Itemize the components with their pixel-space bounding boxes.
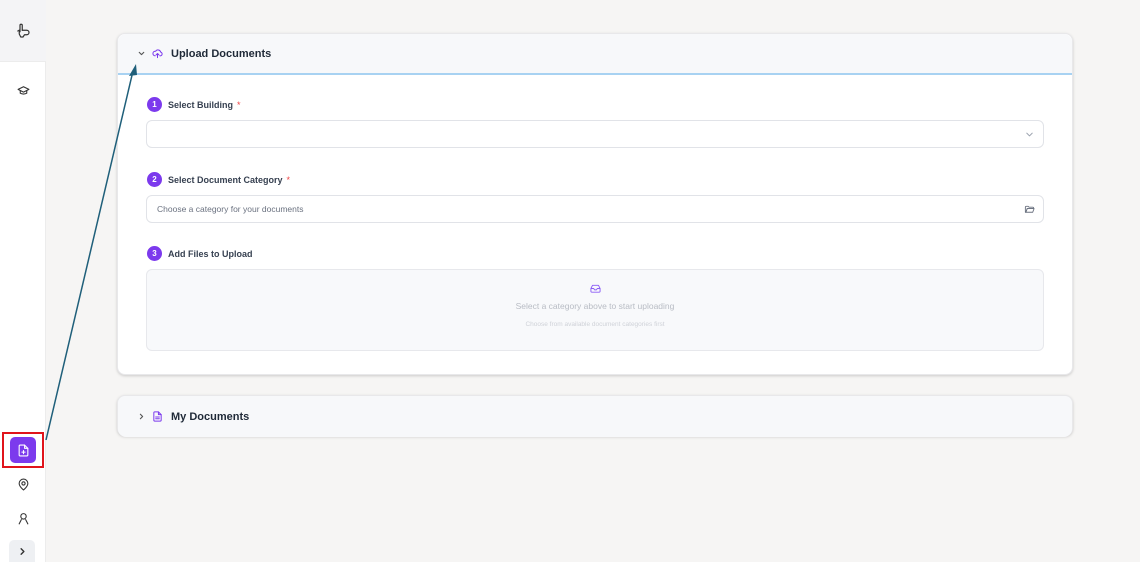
sidebar-item-documents-highlight [2, 432, 44, 468]
category-select[interactable]: Choose a category for your documents [146, 195, 1044, 223]
file-dropzone[interactable]: Select a category above to start uploadi… [146, 269, 1044, 351]
step-label: Add Files to Upload [168, 248, 253, 259]
sidebar-item-training[interactable] [0, 78, 46, 102]
my-documents-panel: My Documents [117, 395, 1073, 437]
sidebar [0, 0, 46, 562]
chevron-down-icon [136, 49, 146, 59]
file-upload-icon [18, 444, 28, 456]
chevron-down-icon [1026, 132, 1033, 137]
building-select[interactable] [146, 120, 1044, 148]
inbox-icon [589, 284, 601, 293]
step-select-category: 2 Select Document Category * [147, 172, 290, 187]
dropzone-subtitle: Choose from available document categorie… [525, 321, 665, 328]
sidebar-item-documents[interactable] [10, 437, 36, 463]
sidebar-item-profile[interactable] [0, 506, 46, 530]
document-icon [152, 411, 164, 423]
required-marker: * [286, 174, 291, 185]
step-number-badge: 2 [147, 172, 162, 187]
category-select-placeholder: Choose a category for your documents [157, 204, 304, 214]
my-documents-title: My Documents [171, 410, 250, 423]
step-number-badge: 1 [147, 97, 162, 112]
dropzone-title: Select a category above to start uploadi… [515, 301, 675, 311]
sidebar-expand-button[interactable] [9, 540, 35, 562]
folder-open-icon [1024, 205, 1035, 213]
required-marker: * [237, 99, 241, 110]
upload-documents-title: Upload Documents [171, 47, 272, 60]
step-label: Select Document Category [168, 174, 283, 185]
sidebar-item-locations[interactable] [0, 472, 46, 496]
my-documents-header[interactable]: My Documents [118, 396, 1072, 437]
chevron-right-icon [19, 547, 25, 555]
step-number-badge: 3 [147, 246, 162, 261]
step-add-files: 3 Add Files to Upload [147, 246, 253, 261]
chevron-right-icon [136, 412, 146, 422]
sidebar-logo[interactable] [0, 0, 46, 62]
cloud-upload-icon [152, 48, 164, 60]
pointing-hand-logo-icon [17, 23, 30, 38]
step-label: Select Building [168, 99, 234, 110]
graduation-cap-icon [17, 85, 29, 95]
upload-documents-panel: Upload Documents 1 Select Building * 2 S… [117, 33, 1073, 375]
user-icon [18, 512, 28, 524]
map-pin-icon [18, 478, 28, 490]
step-select-building: 1 Select Building * [147, 97, 241, 112]
upload-documents-header[interactable]: Upload Documents [118, 34, 1072, 75]
